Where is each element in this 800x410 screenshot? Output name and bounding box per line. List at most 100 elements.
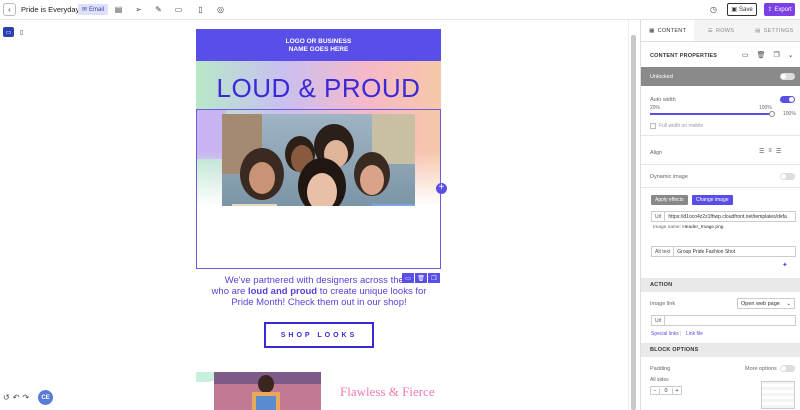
export-button[interactable]: ⇪ Export bbox=[764, 3, 795, 16]
tab-content-label: CONTENT bbox=[657, 27, 687, 34]
secondary-heading[interactable]: Flawless & Fierce bbox=[340, 384, 435, 400]
align-center-icon[interactable]: ≡ bbox=[768, 148, 772, 155]
align-right-icon[interactable]: ☰ bbox=[776, 148, 781, 155]
send-icon[interactable]: ➢ bbox=[133, 4, 144, 15]
tab-settings[interactable]: ▤ SETTINGS bbox=[748, 20, 800, 41]
url-prefix: Url bbox=[652, 212, 666, 221]
collapse-chevron-icon[interactable]: ⌄ bbox=[788, 51, 794, 59]
history-icon[interactable]: ↺ bbox=[3, 393, 10, 402]
delete-block-icon[interactable]: 🗑 bbox=[415, 273, 427, 283]
image-url-value: https://d1oco4z2z1fhwp.cloudfront.net/te… bbox=[668, 213, 787, 220]
auto-width-label: Auto width bbox=[650, 97, 676, 103]
dynamic-image-toggle[interactable] bbox=[780, 173, 795, 180]
comment-block-icon[interactable]: ▭ bbox=[402, 273, 414, 283]
comment-icon[interactable]: ▭ bbox=[742, 51, 749, 59]
save-icon: ▣ bbox=[731, 7, 737, 13]
tab-rows[interactable]: ☰ ROWS bbox=[694, 20, 747, 41]
mail-icon: ✉ bbox=[82, 7, 88, 13]
padding-stepper[interactable]: − 0 + bbox=[650, 386, 682, 395]
image-name-label: Image name: bbox=[653, 225, 681, 230]
image-url-field[interactable]: Url https://d1oco4z2z1fhwp.cloudfront.ne… bbox=[651, 211, 796, 222]
block-actions: ▭ 🗑 ❐ ⌄ bbox=[742, 51, 794, 59]
image-link-label: Image link bbox=[650, 301, 676, 307]
apply-effects-button[interactable]: Apply effects bbox=[651, 195, 688, 205]
align-left-icon[interactable]: ☰ bbox=[759, 148, 764, 155]
document-title[interactable]: Pride is Everyday bbox=[21, 5, 79, 14]
fashion-photo-illustration bbox=[214, 372, 321, 410]
decrement-icon[interactable]: − bbox=[651, 388, 659, 394]
save-button-label: Save bbox=[738, 6, 753, 13]
redo-icon[interactable]: ↷ bbox=[22, 393, 29, 402]
padding-label: Padding bbox=[650, 366, 671, 372]
grid-icon: ▦ bbox=[649, 27, 655, 34]
file-icon[interactable]: ▯ bbox=[195, 4, 206, 15]
more-options-label: More options bbox=[745, 366, 777, 372]
back-button[interactable]: ‹ bbox=[3, 3, 16, 16]
image-link-select[interactable]: Open web page ⌄ bbox=[737, 298, 795, 309]
more-options-toggle[interactable] bbox=[780, 365, 795, 372]
padding-preview bbox=[761, 381, 795, 409]
desktop-view-icon[interactable]: ▭ bbox=[3, 27, 14, 37]
email-badge-label: Email bbox=[89, 6, 105, 13]
unlocked-label: Unlocked bbox=[650, 73, 673, 80]
image-name-value: Header_Image.png bbox=[682, 225, 724, 230]
magic-wand-icon[interactable]: ✦ bbox=[782, 261, 788, 269]
align-label: Align bbox=[650, 150, 663, 156]
edit-icon[interactable]: ✎ bbox=[153, 4, 164, 15]
group-photo[interactable] bbox=[222, 114, 415, 206]
logo-block[interactable]: LOGO OR BUSINESS NAME GOES HERE bbox=[196, 29, 441, 61]
change-image-button[interactable]: Change image bbox=[692, 195, 733, 205]
hero-section[interactable]: LOUD & PROUD bbox=[196, 61, 441, 206]
width-slider-fill bbox=[650, 113, 772, 115]
width-slider[interactable] bbox=[650, 111, 775, 117]
alt-text-field[interactable]: Alt text Group Pride Fashion Shot bbox=[651, 246, 796, 257]
comment-icon[interactable]: ▭ bbox=[173, 4, 184, 15]
settings-icon: ▤ bbox=[755, 27, 761, 34]
special-links-link[interactable]: Special links bbox=[651, 331, 679, 337]
dynamic-image-label: Dynamic image bbox=[650, 174, 688, 180]
canvas-scrollbar-thumb[interactable] bbox=[631, 35, 636, 410]
width-slider-knob[interactable] bbox=[769, 111, 775, 117]
shop-looks-button[interactable]: SHOP LOOKS bbox=[264, 322, 374, 348]
logo-text-line1: LOGO OR BUSINESS bbox=[285, 38, 352, 45]
body-text[interactable]: We've partnered with designers across th… bbox=[204, 275, 434, 308]
logo-text-line2: NAME GOES HERE bbox=[288, 46, 349, 53]
auto-width-toggle[interactable] bbox=[780, 96, 795, 103]
block-options-header-label: BLOCK OPTIONS bbox=[650, 347, 699, 353]
increment-icon[interactable]: + bbox=[673, 388, 681, 394]
device-toggle: ▭ ▯ bbox=[3, 27, 27, 37]
tab-content[interactable]: ▦ CONTENT bbox=[641, 20, 695, 41]
export-icon: ⇪ bbox=[767, 7, 773, 13]
history-controls: ↺ ↶ ↷ bbox=[3, 393, 29, 402]
body-text-bold: loud and proud bbox=[247, 286, 318, 297]
add-block-icon[interactable]: + bbox=[436, 183, 447, 194]
tab-rows-label: ROWS bbox=[715, 27, 735, 34]
mobile-view-icon[interactable]: ▯ bbox=[16, 27, 27, 37]
fashion-photo[interactable] bbox=[214, 372, 321, 410]
undo-icon[interactable]: ↶ bbox=[13, 393, 20, 402]
alt-text-value: Group Pride Fashion Shot bbox=[677, 248, 736, 255]
body-text-part1: We've partnered with designers across th… bbox=[224, 275, 414, 286]
lock-toggle[interactable] bbox=[780, 73, 795, 80]
user-avatar[interactable]: CE bbox=[38, 390, 53, 405]
full-width-mobile-checkbox[interactable] bbox=[650, 123, 656, 129]
divider bbox=[641, 164, 800, 165]
document-icon[interactable]: ▤ bbox=[113, 4, 124, 15]
group-photo-illustration bbox=[222, 114, 415, 206]
image-link-select-value: Open web page bbox=[741, 300, 780, 307]
link-file-link[interactable]: Link file bbox=[686, 331, 703, 337]
duplicate-icon[interactable]: ❐ bbox=[774, 51, 780, 59]
top-toolbar: ‹ Pride is Everyday ✉ Email ▤ ➢ ✎ ▭ ▯ ◎ … bbox=[0, 0, 800, 20]
delete-icon[interactable]: 🗑 bbox=[757, 51, 766, 59]
action-header: ACTION bbox=[641, 278, 800, 292]
tab-settings-label: SETTINGS bbox=[763, 27, 794, 34]
link-url-field[interactable]: Url bbox=[651, 315, 796, 326]
alt-text-prefix: Alt text bbox=[652, 247, 675, 256]
duplicate-block-icon[interactable]: ❐ bbox=[428, 273, 440, 283]
history-icon[interactable]: ◷ bbox=[708, 4, 719, 15]
slider-max-label: 100% bbox=[783, 111, 796, 117]
save-button[interactable]: ▣ Save bbox=[727, 3, 757, 16]
padding-value[interactable]: 0 bbox=[659, 387, 673, 394]
email-canvas: ▭ ▯ LOGO OR BUSINESS NAME GOES HERE LOUD… bbox=[0, 20, 640, 410]
globe-icon[interactable]: ◎ bbox=[215, 4, 226, 15]
